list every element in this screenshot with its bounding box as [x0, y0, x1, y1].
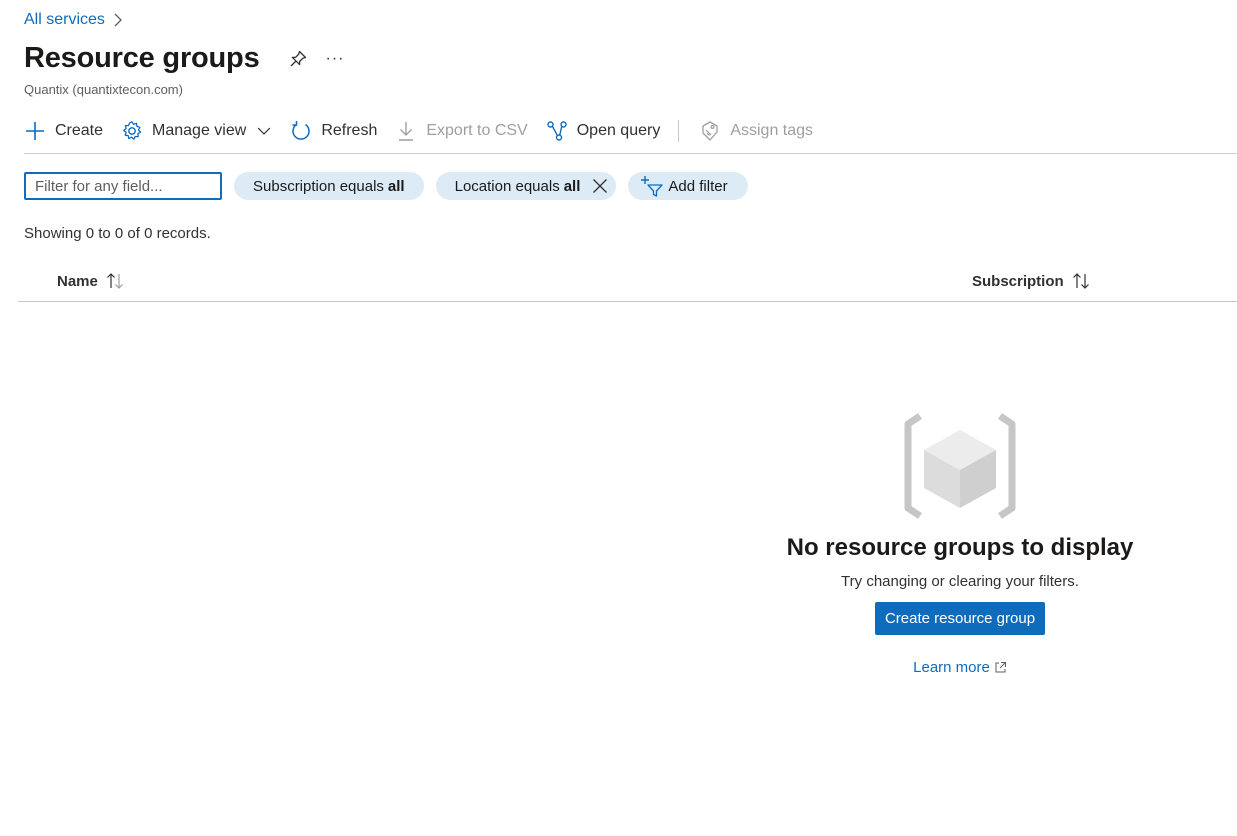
subscription-filter-pill[interactable]: Subscription equals all	[234, 172, 424, 200]
download-icon	[399, 121, 414, 141]
export-csv-label: Export to CSV	[426, 121, 528, 139]
sort-icon	[1072, 273, 1089, 289]
column-subscription-label: Subscription	[972, 272, 1064, 290]
refresh-button[interactable]: Refresh	[290, 120, 377, 142]
create-label: Create	[55, 121, 104, 139]
tag-icon	[702, 120, 718, 141]
location-filter-value: all	[563, 177, 581, 195]
gear-icon	[123, 120, 142, 140]
assign-tags-label: Assign tags	[730, 121, 814, 139]
add-filter-button[interactable]: Add filter	[628, 172, 748, 200]
empty-state-title: No resource groups to display	[786, 534, 1134, 561]
chevron-right-icon	[114, 13, 122, 27]
location-filter-pill[interactable]: Location equals all	[435, 172, 617, 200]
subscription-filter-label: Subscription equals	[253, 177, 384, 195]
subscription-filter-value: all	[387, 177, 405, 195]
manage-view-button[interactable]: Manage view	[121, 120, 272, 142]
title-row: Resource groups ···	[24, 42, 344, 75]
column-header-name[interactable]: Name	[57, 272, 126, 290]
plus-icon	[26, 121, 44, 140]
add-filter-label: Add filter	[668, 177, 728, 195]
close-icon[interactable]	[592, 178, 608, 194]
records-count: Showing 0 to 0 of 0 records.	[24, 225, 211, 242]
empty-state-subtitle: Try changing or clearing your filters.	[841, 573, 1079, 590]
learn-more-label: Learn more	[913, 659, 990, 676]
refresh-label: Refresh	[321, 121, 378, 139]
filter-row: Subscription equals all Location equals …	[24, 172, 748, 200]
column-header-subscription[interactable]: Subscription	[972, 272, 1092, 290]
refresh-icon	[292, 120, 310, 140]
column-name-label: Name	[57, 272, 98, 290]
command-bar: Create Manage view Refresh Export to CSV…	[24, 116, 1237, 154]
filter-input[interactable]	[24, 172, 222, 200]
resource-group-icon	[904, 413, 1016, 519]
breadcrumb-all-services[interactable]: All services	[24, 11, 105, 29]
external-link-icon	[995, 662, 1006, 673]
query-icon	[547, 120, 567, 141]
sort-icon	[106, 273, 123, 289]
assign-tags-button[interactable]: Assign tags	[699, 120, 813, 142]
table-header: Name Subscription	[18, 262, 1237, 302]
breadcrumb: All services	[24, 11, 123, 29]
tenant-label: Quantix (quantixtecon.com)	[24, 82, 183, 97]
chevron-down-icon	[258, 127, 271, 135]
add-filter-icon	[641, 176, 664, 197]
create-resource-group-button[interactable]: Create resource group	[874, 602, 1046, 635]
more-icon[interactable]: ···	[326, 50, 345, 68]
open-query-label: Open query	[576, 121, 661, 139]
location-filter-label: Location equals	[454, 177, 560, 195]
learn-more-link[interactable]: Learn more	[913, 659, 1007, 676]
toolbar-divider	[678, 119, 680, 142]
manage-view-label: Manage view	[152, 121, 247, 139]
page-title: Resource groups	[24, 42, 260, 74]
pin-icon[interactable]	[288, 49, 308, 69]
export-csv-button[interactable]: Export to CSV	[395, 120, 528, 142]
create-button[interactable]: Create	[24, 120, 103, 142]
open-query-button[interactable]: Open query	[546, 120, 661, 142]
empty-state: No resource groups to display Try changi…	[760, 410, 1160, 676]
